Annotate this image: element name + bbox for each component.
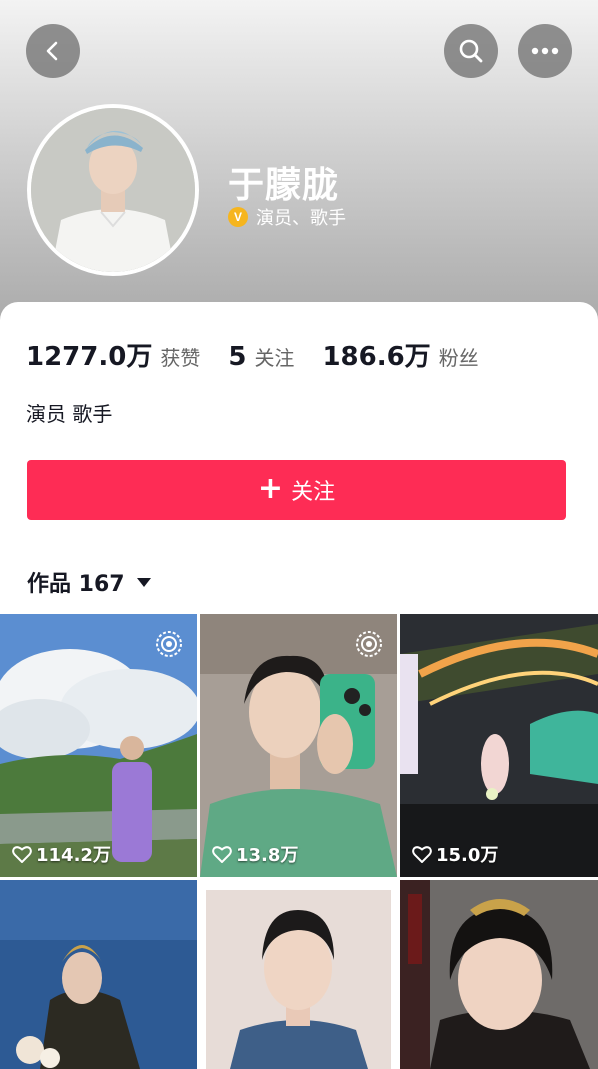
likes-label: 获赞 xyxy=(160,346,201,370)
video-thumbnail xyxy=(0,880,197,1069)
followers-label: 粉丝 xyxy=(438,346,479,370)
video-likes-count: 114.2万 xyxy=(36,845,111,866)
search-icon xyxy=(459,39,483,63)
verification-row: V 演员、歌手 xyxy=(228,204,346,230)
likes-stat[interactable]: 1277.0万 获赞 xyxy=(26,336,200,373)
followers-count: 186.6万 xyxy=(322,342,431,372)
works-tab[interactable]: 作品 167 xyxy=(27,566,151,598)
video-thumbnail xyxy=(400,880,598,1069)
video-thumbnail xyxy=(200,880,397,1069)
video-tile[interactable] xyxy=(400,880,598,1069)
verified-icon: V xyxy=(228,207,248,227)
following-stat[interactable]: 5 关注 xyxy=(228,342,294,372)
caret-down-icon xyxy=(136,577,151,587)
back-button[interactable] xyxy=(26,24,80,78)
video-likes: 13.8万 xyxy=(212,841,298,867)
video-tile[interactable] xyxy=(200,880,397,1069)
search-button[interactable] xyxy=(444,24,498,78)
more-icon xyxy=(531,47,559,55)
video-tile[interactable]: 13.8万 xyxy=(200,614,397,877)
follow-button[interactable]: + 关注 xyxy=(27,460,566,520)
more-button[interactable] xyxy=(518,24,572,78)
video-grid: 114.2万 13.8万 15.0万 xyxy=(0,614,598,1069)
avatar[interactable] xyxy=(27,104,199,276)
works-tab-label: 作品 167 xyxy=(27,572,125,597)
video-thumbnail xyxy=(400,614,598,877)
heart-icon xyxy=(212,846,232,863)
likes-count: 1277.0万 xyxy=(26,342,153,372)
video-tile[interactable]: 15.0万 xyxy=(400,614,598,877)
stats-row: 1277.0万 获赞 5 关注 186.6万 粉丝 xyxy=(26,336,507,373)
video-likes-count: 13.8万 xyxy=(236,845,299,866)
profile-bio: 演员 歌手 xyxy=(26,402,113,426)
video-likes: 114.2万 xyxy=(12,841,111,867)
back-icon xyxy=(46,41,58,61)
followers-stat[interactable]: 186.6万 粉丝 xyxy=(322,336,478,373)
heart-icon xyxy=(12,846,32,863)
plus-icon: + xyxy=(257,470,284,506)
video-likes-count: 15.0万 xyxy=(436,845,499,866)
video-tile[interactable]: 114.2万 xyxy=(0,614,197,877)
follow-button-label: 关注 xyxy=(291,480,336,505)
heart-icon xyxy=(412,846,432,863)
video-tile[interactable] xyxy=(0,880,197,1069)
following-label: 关注 xyxy=(254,346,295,370)
live-icon xyxy=(156,631,182,657)
profile-name: 于朦胧 xyxy=(228,165,340,206)
verification-label: 演员、歌手 xyxy=(256,208,346,229)
video-likes: 15.0万 xyxy=(412,841,498,867)
live-icon xyxy=(356,631,382,657)
following-count: 5 xyxy=(228,342,247,372)
